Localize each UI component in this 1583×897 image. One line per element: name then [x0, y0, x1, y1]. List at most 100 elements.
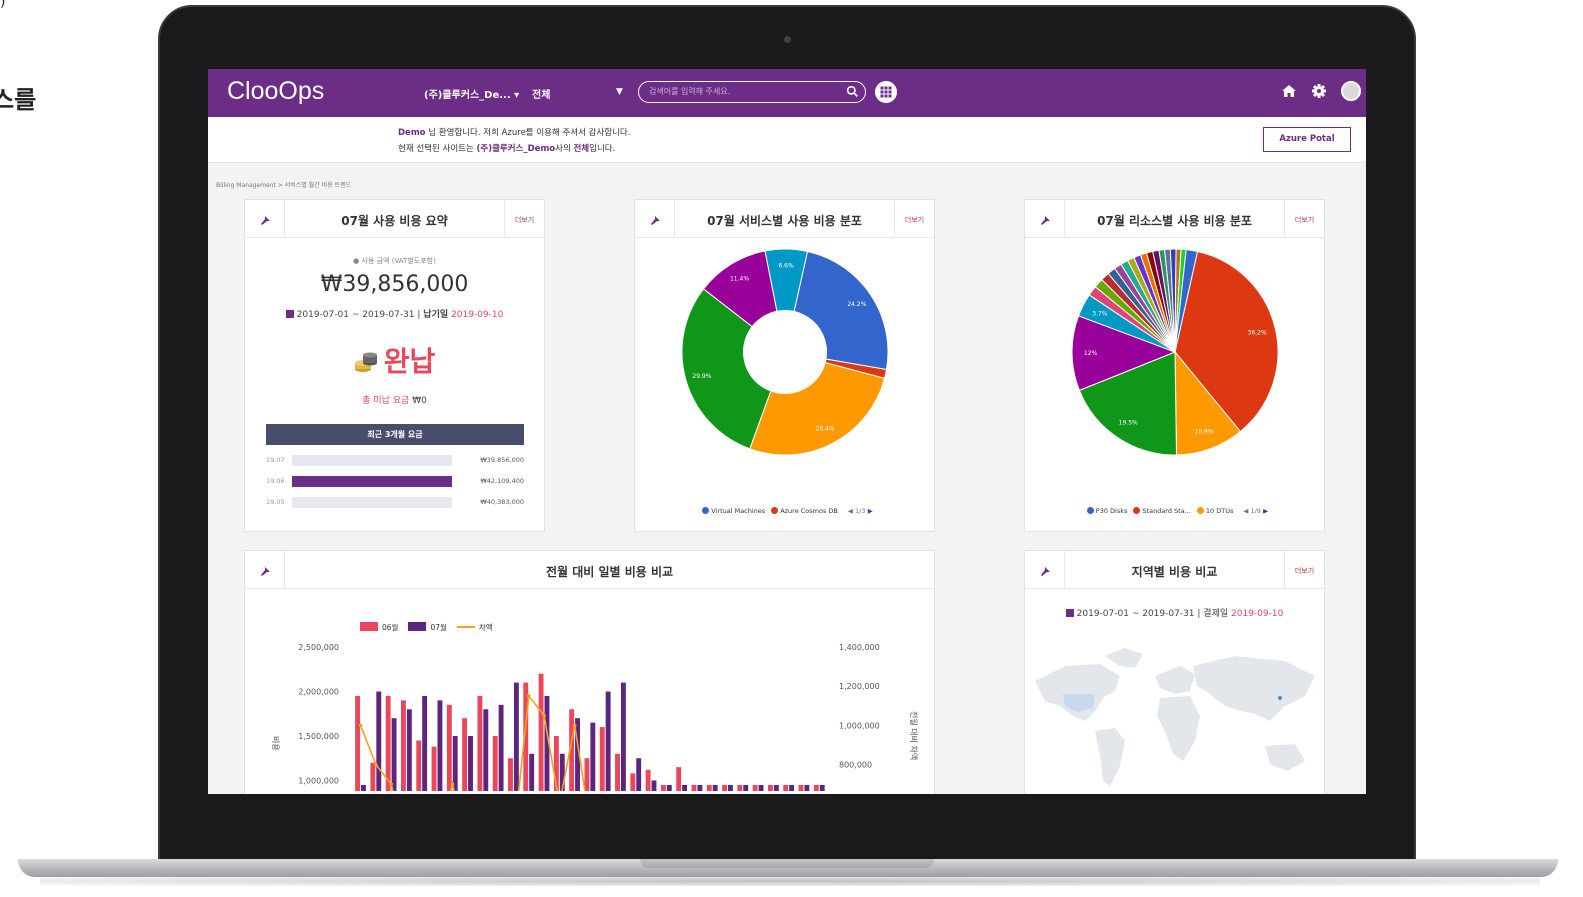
bar-june[interactable] — [446, 704, 452, 791]
legend-label[interactable]: Azure Cosmos DB — [780, 507, 838, 515]
bar-june[interactable] — [767, 784, 773, 791]
bar-june[interactable] — [737, 784, 743, 791]
bar-july[interactable] — [804, 784, 810, 791]
bar-july[interactable] — [452, 736, 458, 791]
bar-june[interactable] — [691, 784, 697, 791]
bar-july[interactable] — [605, 691, 611, 792]
service-dist-more-link[interactable]: 더보기 — [894, 200, 934, 238]
bar-july[interactable] — [513, 682, 519, 791]
bar-june[interactable] — [676, 767, 682, 791]
bar-june[interactable] — [660, 784, 666, 791]
bar-july[interactable] — [376, 691, 382, 792]
bar-july[interactable] — [789, 784, 795, 791]
bar-june[interactable] — [722, 784, 728, 791]
bar-july[interactable] — [468, 736, 473, 791]
legend-label[interactable]: Standard Sta... — [1142, 507, 1191, 515]
service-dist-pin[interactable] — [635, 200, 675, 238]
legend-page-number: 1/9 — [1250, 507, 1261, 515]
bar-june[interactable] — [508, 758, 513, 791]
recent-3-months-header: 최근 3개월 요금 — [266, 424, 524, 445]
bar-july[interactable] — [728, 784, 733, 791]
gear-icon[interactable] — [1311, 83, 1327, 99]
summary-period-range: 2019-07-01 ~ 2019-07-31 — [296, 310, 415, 320]
diff-point[interactable] — [358, 723, 363, 728]
diff-point[interactable] — [527, 694, 531, 698]
user-avatar[interactable] — [1341, 81, 1361, 101]
bar-july[interactable] — [590, 722, 596, 791]
azure-portal-button[interactable]: Azure Potal — [1263, 127, 1351, 152]
bar-june[interactable] — [798, 784, 804, 791]
legend-label[interactable]: 10 DTUs — [1206, 507, 1233, 515]
bar-july[interactable] — [529, 753, 535, 791]
bar-july[interactable] — [483, 709, 489, 791]
summary-more-link[interactable]: 더보기 — [504, 200, 544, 238]
bar-july[interactable] — [712, 784, 718, 791]
app-logo[interactable]: ClooOps — [227, 77, 324, 106]
legend-label[interactable]: Virtual Machines — [711, 507, 765, 515]
bar-june[interactable] — [584, 758, 590, 791]
region-more-link[interactable]: 더보기 — [1284, 551, 1324, 589]
month-bar-fill — [292, 455, 443, 466]
company-select[interactable]: (주)클루커스_De... ▾ — [424, 86, 519, 101]
app-screen: ClooOps (주)클루커스_De... ▾ 전체 ▼ 검색어를 입력해 주세… — [208, 69, 1366, 794]
bar-july[interactable] — [682, 784, 688, 791]
legend-pager[interactable]: ◀ 1/3 ▶ — [848, 507, 873, 515]
bar-june[interactable] — [615, 753, 620, 791]
region-pin[interactable] — [1025, 551, 1065, 589]
bar-july[interactable] — [743, 784, 749, 791]
bar-july[interactable] — [498, 704, 504, 791]
home-icon[interactable] — [1281, 83, 1297, 99]
bar-june[interactable] — [385, 695, 391, 791]
bar-july[interactable] — [620, 682, 626, 791]
bar-june[interactable] — [462, 718, 468, 791]
legend-label[interactable]: P30 Disks — [1096, 507, 1128, 515]
bar-june[interactable] — [599, 727, 605, 791]
diff-point[interactable] — [572, 723, 577, 728]
daily-compare-pin[interactable] — [245, 551, 285, 589]
bar-july[interactable] — [406, 709, 412, 791]
bar-july[interactable] — [437, 700, 443, 791]
bar-june[interactable] — [416, 740, 422, 791]
breadcrumb-root[interactable]: Billing Management — [216, 182, 276, 189]
bar-july[interactable] — [636, 758, 642, 791]
legend-next-icon[interactable]: ▶ — [865, 507, 873, 515]
bar-june[interactable] — [813, 784, 819, 791]
legend-next-icon[interactable]: ▶ — [1261, 507, 1268, 515]
diff-point[interactable] — [374, 762, 378, 767]
diff-point[interactable] — [450, 782, 455, 786]
bar-june[interactable] — [752, 784, 758, 791]
bar-july[interactable] — [773, 784, 779, 791]
bar-july[interactable] — [666, 784, 672, 791]
y-axis-label: 비용 — [271, 736, 280, 751]
bar-june[interactable] — [783, 784, 789, 791]
resource-dist-pin[interactable] — [1025, 200, 1065, 238]
bar-june[interactable] — [706, 784, 712, 791]
breadcrumb: Billing Management > 서비스별 월간 비용 트렌드 — [216, 180, 351, 189]
bar-july[interactable] — [361, 784, 366, 791]
bar-july[interactable] — [422, 695, 428, 791]
scope-caret-icon[interactable]: ▼ — [616, 87, 623, 97]
bar-july[interactable] — [651, 780, 657, 792]
summary-pin[interactable] — [245, 200, 285, 238]
bar-june[interactable] — [538, 673, 544, 791]
bar-june[interactable] — [431, 746, 437, 791]
legend-pager[interactable]: ◀ 1/9 ▶ — [1243, 507, 1268, 515]
bar-june[interactable] — [477, 695, 483, 791]
bar-june[interactable] — [492, 736, 498, 791]
bar-july[interactable] — [819, 784, 825, 791]
diff-point[interactable] — [389, 782, 394, 786]
bar-june[interactable] — [645, 769, 651, 791]
search-icon[interactable] — [846, 85, 859, 98]
bar-june[interactable] — [355, 695, 361, 791]
scope-select[interactable]: 전체 — [532, 86, 550, 101]
search-input[interactable]: 검색어를 입력해 주세요. — [638, 81, 866, 103]
diff-point[interactable] — [542, 713, 546, 718]
bar-july[interactable] — [391, 718, 397, 791]
bar-june[interactable] — [370, 762, 376, 791]
resource-dist-more-link[interactable]: 더보기 — [1284, 200, 1324, 238]
bar-july[interactable] — [697, 784, 703, 791]
bar-june[interactable] — [401, 700, 406, 791]
bar-july[interactable] — [758, 784, 764, 791]
bar-june[interactable] — [630, 773, 636, 791]
apps-grid-icon[interactable] — [875, 81, 897, 103]
